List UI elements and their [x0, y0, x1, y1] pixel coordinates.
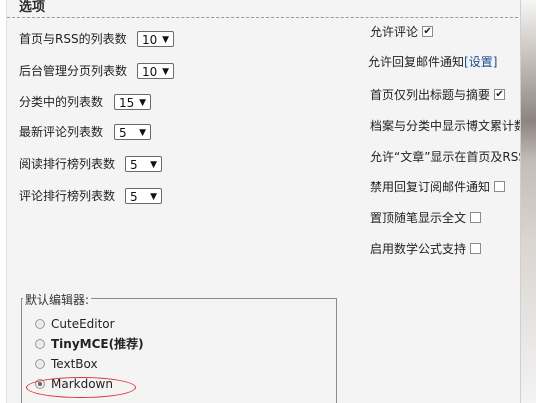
select-value: 15 — [119, 96, 135, 110]
select-value: 5 — [130, 158, 138, 172]
chevron-down-icon: ▼ — [139, 98, 146, 108]
chevron-down-icon: ▼ — [150, 192, 157, 202]
option-row-admin-page: 后台管理分页列表数 — [19, 61, 127, 81]
enable-math-label: 启用数学公式支持 — [370, 242, 467, 256]
chevron-down-icon: ▼ — [162, 35, 169, 45]
select-value: 10 — [142, 65, 158, 79]
chevron-down-icon: ▼ — [139, 128, 146, 138]
section-title: 选项 — [19, 0, 46, 15]
editor-option-label: TextBox — [51, 357, 98, 371]
radio-button[interactable] — [35, 358, 45, 369]
allow-article-home-label: 允许“文章”显示在首页及RSS — [370, 150, 527, 164]
select-value: 5 — [119, 126, 127, 140]
editor-legend: 默认编辑器: — [23, 291, 92, 308]
select-value: 10 — [142, 33, 158, 47]
category-count-select[interactable]: 15 ▼ — [114, 94, 151, 110]
allow-reply-email-row: 允许回复邮件通知[设置] — [368, 52, 497, 72]
enable-math-checkbox[interactable] — [470, 243, 482, 254]
archive-stats-row: 档案与分类中显示博文累计数 — [370, 116, 526, 136]
comment-rank-count-select[interactable]: 5 ▼ — [125, 188, 162, 204]
disable-reply-subscription-row: 禁用回复订阅邮件通知 — [370, 177, 506, 197]
allow-comment-label: 允许评论 — [370, 25, 419, 39]
allow-article-home-row: 允许“文章”显示在首页及RSS — [370, 147, 526, 167]
option-row-category: 分类中的列表数 — [19, 92, 103, 112]
select-value: 5 — [130, 190, 138, 204]
chevron-down-icon: ▼ — [150, 160, 157, 170]
background-image-strip — [520, 0, 536, 403]
markdown-highlight-annotation — [26, 377, 136, 398]
home-titles-only-label: 首页仅列出标题与摘要 — [370, 88, 491, 102]
option-row-home-rss: 首页与RSS的列表数 — [19, 29, 127, 49]
option-row-comment-rank: 评论排行榜列表数 — [19, 186, 115, 206]
option-label: 首页与RSS的列表数 — [19, 32, 127, 46]
allow-comment-row: 允许评论 ✔ — [370, 22, 434, 42]
editor-option-label: TinyMCE(推荐) — [51, 337, 144, 351]
pin-full-text-label: 置顶随笔显示全文 — [370, 211, 467, 225]
editor-option-cuteeditor[interactable]: CuteEditor — [35, 315, 115, 333]
allow-comment-checkbox[interactable]: ✔ — [422, 26, 434, 37]
home-rss-count-select[interactable]: 10 ▼ — [137, 31, 174, 47]
option-label: 阅读排行榜列表数 — [19, 157, 116, 171]
editor-option-textbox[interactable]: TextBox — [35, 355, 98, 373]
radio-button[interactable] — [35, 318, 45, 329]
latest-comments-count-select[interactable]: 5 ▼ — [114, 124, 151, 140]
settings-link[interactable]: [设置] — [464, 55, 497, 69]
section-header: 选项 — [7, 0, 523, 18]
archive-stats-label: 档案与分类中显示博文累计数 — [370, 119, 527, 133]
radio-button[interactable] — [35, 338, 45, 349]
chevron-down-icon: ▼ — [162, 67, 169, 77]
enable-math-row: 启用数学公式支持 — [370, 239, 482, 259]
options-panel: 选项 首页与RSS的列表数 10 ▼ 后台管理分页列表数 10 ▼ 分类中的列表… — [6, 0, 526, 403]
editor-option-label: CuteEditor — [51, 317, 115, 331]
option-label: 评论排行榜列表数 — [19, 189, 116, 203]
home-titles-only-checkbox[interactable]: ✔ — [494, 89, 506, 100]
option-label: 最新评论列表数 — [19, 125, 104, 139]
editor-option-tinymce[interactable]: TinyMCE(推荐) — [35, 335, 144, 353]
allow-reply-email-label: 允许回复邮件通知 — [368, 55, 465, 69]
option-label: 分类中的列表数 — [19, 95, 104, 109]
disable-reply-subscription-checkbox[interactable] — [494, 181, 506, 192]
admin-page-count-select[interactable]: 10 ▼ — [137, 63, 174, 79]
pin-full-text-checkbox[interactable] — [470, 212, 482, 223]
option-row-latest-comments: 最新评论列表数 — [19, 122, 103, 142]
reading-rank-count-select[interactable]: 5 ▼ — [125, 156, 162, 172]
home-titles-only-row: 首页仅列出标题与摘要 ✔ — [370, 85, 506, 105]
pin-full-text-row: 置顶随笔显示全文 — [370, 208, 482, 228]
disable-reply-subscription-label: 禁用回复订阅邮件通知 — [370, 180, 491, 194]
option-row-reading-rank: 阅读排行榜列表数 — [19, 154, 115, 174]
option-label: 后台管理分页列表数 — [19, 64, 128, 78]
